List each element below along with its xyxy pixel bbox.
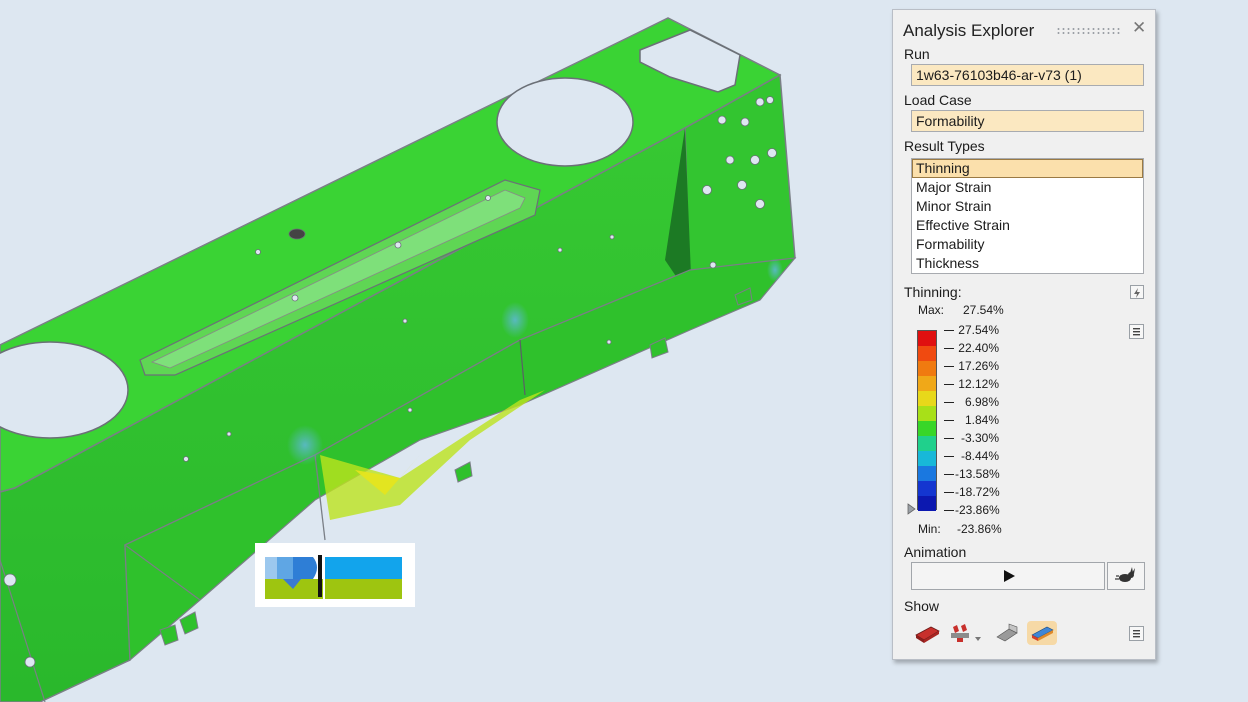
legend-tick xyxy=(944,438,954,439)
legend-value-label: 1.84% xyxy=(964,413,999,427)
result-type-major-strain[interactable]: Major Strain xyxy=(912,178,1143,197)
legend-tick xyxy=(944,348,954,349)
rabbit-speed-icon xyxy=(1115,567,1135,582)
play-button[interactable] xyxy=(911,562,1105,590)
show-menu-icon[interactable] xyxy=(1129,626,1144,641)
show-results-icon[interactable] xyxy=(1027,621,1057,645)
run-label: Run xyxy=(904,46,930,62)
legend-value-label: -8.44% xyxy=(960,449,999,463)
result-type-thickness[interactable]: Thickness xyxy=(912,254,1143,273)
legend-color-band xyxy=(918,346,936,361)
animation-speed-button[interactable] xyxy=(1107,562,1145,590)
legend-menu-icon[interactable] xyxy=(1129,324,1144,339)
legend-colorbar xyxy=(917,330,937,511)
legend-color-band xyxy=(918,436,936,451)
legend-color-band xyxy=(918,406,936,421)
load-case-field[interactable]: Formability xyxy=(911,110,1144,132)
show-tooling-dropdown-icon[interactable] xyxy=(947,621,983,645)
legend-tick xyxy=(944,366,954,367)
panel-title: Analysis Explorer xyxy=(903,21,1035,40)
legend-color-band xyxy=(918,481,936,496)
legend-color-band xyxy=(918,496,936,511)
result-type-minor-strain[interactable]: Minor Strain xyxy=(912,197,1143,216)
legend-tick xyxy=(944,492,954,493)
legend-value-label: 27.54% xyxy=(958,323,999,337)
legend-color-band xyxy=(918,451,936,466)
legend-min-value: -23.86% xyxy=(957,522,1002,536)
legend-value-label: 17.26% xyxy=(958,359,999,373)
show-label: Show xyxy=(904,598,940,614)
analysis-explorer-panel: Analysis Explorer ✕ Run 1w63-76103b46-ar… xyxy=(892,9,1156,660)
result-type-effective-strain[interactable]: Effective Strain xyxy=(912,216,1143,235)
legend-min-label: Min: xyxy=(918,522,941,536)
legend-tick xyxy=(944,330,954,331)
animation-label: Animation xyxy=(904,544,967,560)
legend-tick xyxy=(944,456,954,457)
legend-color-band xyxy=(918,331,936,346)
legend-tick xyxy=(944,384,954,385)
result-types-label: Result Types xyxy=(904,138,985,154)
legend-value-label: -18.72% xyxy=(955,485,1000,499)
run-field[interactable]: 1w63-76103b46-ar-v73 (1) xyxy=(911,64,1144,86)
legend-value-label: 6.98% xyxy=(964,395,999,409)
legend-value-label: 22.40% xyxy=(958,341,999,355)
legend-tick xyxy=(944,420,954,421)
legend-value-label: 12.12% xyxy=(958,377,999,391)
show-deformed-part-icon[interactable] xyxy=(913,621,943,645)
legend-pointer-icon[interactable] xyxy=(907,503,916,515)
panel-drag-grip[interactable] xyxy=(1056,27,1122,35)
result-types-list[interactable]: Thinning Major Strain Minor Strain Effec… xyxy=(911,158,1144,274)
legend-tick xyxy=(944,510,954,511)
legend-color-band xyxy=(918,466,936,481)
legend-color-band xyxy=(918,376,936,391)
legend-value-label: -13.58% xyxy=(955,467,1000,481)
result-type-thinning[interactable]: Thinning xyxy=(912,159,1143,178)
legend-title: Thinning: xyxy=(904,284,962,300)
legend-value-label: -3.30% xyxy=(960,431,999,445)
legend-value-label: -23.86% xyxy=(955,503,1000,517)
play-icon xyxy=(1004,570,1015,582)
lightning-icon[interactable] xyxy=(1130,285,1144,299)
legend-max-value: 27.54% xyxy=(963,303,1004,317)
legend-tick xyxy=(944,474,954,475)
close-icon[interactable]: ✕ xyxy=(1132,19,1146,37)
legend-color-band xyxy=(918,361,936,376)
show-blank-icon[interactable] xyxy=(993,621,1023,645)
result-type-formability[interactable]: Formability xyxy=(912,235,1143,254)
legend-tick xyxy=(944,402,954,403)
legend-color-band xyxy=(918,391,936,406)
result-preview-thumbnail xyxy=(255,543,415,607)
legend-color-band xyxy=(918,421,936,436)
legend-max-label: Max: xyxy=(918,303,945,317)
load-case-label: Load Case xyxy=(904,92,972,108)
